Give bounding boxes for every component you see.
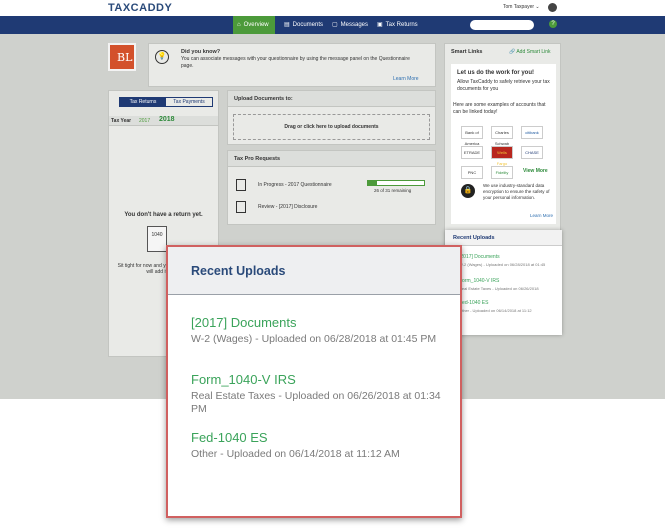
bank-logo: PNC (461, 166, 483, 179)
taxcaddy-logo[interactable]: TAXCADDY (108, 2, 172, 14)
recent-uploads-popup-title: Recent Uploads (191, 264, 286, 278)
upload-documents-panel: Upload Documents to: Drag or click here … (227, 90, 436, 145)
progress-text: 26 of 31 remaining (374, 188, 412, 193)
tab-tax-returns[interactable]: Tax Returns (120, 98, 166, 106)
home-icon: ⌂ (237, 22, 241, 28)
bank-logo: ETRADE (461, 146, 483, 159)
returns-tabs: Tax Returns Tax Payments (119, 97, 213, 107)
recent-upload-link[interactable]: Form_1040-V IRS (191, 372, 296, 387)
upload-dropzone[interactable]: Drag or click here to upload documents (233, 114, 430, 140)
did-you-know-title: Did you know? (181, 49, 221, 55)
smart-box-text: Allow TaxCaddy to safely retrieve your t… (457, 79, 550, 92)
avatar[interactable] (548, 3, 557, 12)
returns-icon: ▣ (377, 22, 383, 28)
upload-panel-title: Upload Documents to: (228, 91, 435, 107)
nav-label: Messages (340, 22, 369, 28)
tax-year-prev[interactable]: 2017 (139, 118, 150, 124)
chat-icon: ▢ (332, 22, 338, 28)
search-input[interactable] (470, 20, 534, 30)
nav-label: Overview (243, 22, 269, 28)
lightbulb-icon: 💡 (155, 50, 169, 64)
tax-pro-requests-title: Tax Pro Requests (228, 151, 435, 167)
questionnaire-icon (236, 179, 246, 191)
recent-uploads-popup: Recent Uploads [2017] Documents W-2 (Wag… (166, 245, 462, 518)
recent-uploads-card-title: Recent Uploads (445, 230, 562, 246)
form-1040-icon: 1040 (147, 226, 167, 252)
nav-documents[interactable]: ▤ Documents (280, 16, 326, 34)
request-disclosure[interactable]: Review - [2017] Disclosure (258, 204, 317, 210)
recent-upload-meta: Other - Uploaded on 06/14/2018 at 11:12 (459, 308, 532, 313)
nav-label: Tax Returns (385, 22, 418, 28)
smart-learn-more-link[interactable]: Learn More (530, 213, 553, 218)
recent-upload-meta: Real Estate Taxes - Uploaded on 06/26/20… (459, 286, 539, 291)
smart-links-box: Let us do the work for you! Allow TaxCad… (451, 64, 556, 224)
firm-logo-text: BL (117, 51, 133, 64)
smart-examples-text: Here are some examples of accounts that … (453, 102, 546, 115)
recent-upload-meta: W-2 (Wages) - Uploaded on 06/28/2018 at … (459, 262, 546, 267)
firm-logo: BL (108, 43, 136, 71)
no-return-title: You don't have a return yet. (124, 212, 203, 218)
lock-icon: 🔒 (461, 184, 475, 198)
bank-logo: citibank (521, 126, 543, 139)
learn-more-link[interactable]: Learn More (393, 76, 419, 82)
bank-logo: Bank of America (461, 126, 483, 146)
progress-fill (368, 181, 377, 185)
bank-logo: Charles Schwab (491, 126, 513, 146)
did-you-know-text: You can associate messages with your que… (181, 56, 410, 69)
recent-upload-link[interactable]: [2017] Documents (459, 254, 500, 260)
document-icon: ▤ (284, 22, 290, 28)
add-smart-link-button[interactable]: 🔗 Add Smart Link (509, 49, 551, 55)
add-smart-link-label: Add Smart Link (516, 49, 551, 55)
tax-year-label: Tax Year (111, 118, 132, 124)
smart-links-title: Smart Links (451, 49, 483, 55)
recent-upload-meta: Other - Uploaded on 06/14/2018 at 11:12 … (191, 448, 400, 460)
recent-upload-link[interactable]: Fed-1040 ES (459, 300, 488, 306)
bank-logo: Fidelity (491, 166, 513, 179)
tab-tax-payments[interactable]: Tax Payments (166, 98, 212, 106)
view-more-link[interactable]: View More (523, 168, 548, 174)
tax-pro-requests-panel: Tax Pro Requests In Progress - 2017 Ques… (227, 150, 436, 225)
tax-year-current[interactable]: 2018 (159, 116, 175, 123)
user-name: Tom Taxpayer (503, 4, 535, 10)
recent-upload-link[interactable]: Fed-1040 ES (191, 430, 268, 445)
nav-messages[interactable]: ▢ Messages (328, 16, 372, 34)
recent-upload-meta: W-2 (Wages) - Uploaded on 06/28/2018 at … (191, 333, 437, 345)
bank-logo: CHASE (521, 146, 543, 159)
questionnaire-progress-bar (367, 180, 425, 186)
top-bar: TAXCADDY Tom Taxpayer ⌄ (0, 0, 665, 16)
recent-uploads-card: Recent Uploads [2017] Documents W-2 (Wag… (445, 230, 562, 335)
recent-upload-link[interactable]: [2017] Documents (191, 315, 297, 330)
recent-uploads-popup-header: Recent Uploads (168, 247, 460, 295)
disclosure-icon (236, 201, 246, 213)
smart-box-title: Let us do the work for you! (457, 70, 535, 76)
recent-upload-meta: Real Estate Taxes - Uploaded on 06/26/20… (191, 390, 441, 415)
nav-overview[interactable]: ⌂ Overview (233, 16, 275, 34)
nav-label: Documents (292, 22, 324, 28)
recent-upload-link[interactable]: Form_1040-V IRS (459, 278, 499, 284)
user-menu[interactable]: Tom Taxpayer ⌄ (503, 4, 540, 10)
help-icon[interactable]: ? (549, 20, 557, 28)
security-text: We use industry-standard data encryption… (483, 183, 550, 200)
did-you-know-panel: 💡 Did you know? You can associate messag… (148, 43, 436, 87)
tax-year-row: Tax Year 2017 2018 (109, 116, 218, 126)
form-1040-label: 1040 (151, 232, 163, 238)
request-questionnaire[interactable]: In Progress - 2017 Questionnaire (258, 182, 332, 188)
bank-logo: Wells Fargo (491, 146, 513, 166)
main-nav: ⌂ Overview ▤ Documents ▢ Messages ▣ Tax Retu… (0, 16, 665, 34)
nav-tax-returns[interactable]: ▣ Tax Returns (373, 16, 423, 34)
